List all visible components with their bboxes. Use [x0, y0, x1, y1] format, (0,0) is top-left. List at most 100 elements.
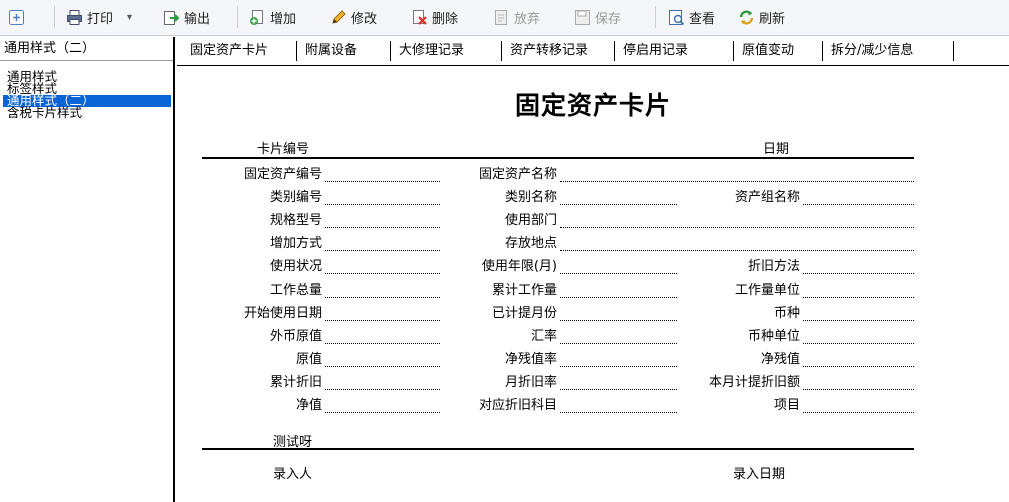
field-value-line[interactable] — [803, 388, 914, 390]
tab-4[interactable]: 资产转移记录 — [510, 41, 588, 61]
delete-button[interactable]: 删除 — [411, 6, 458, 28]
field-label: 外币原值 — [269, 328, 322, 344]
field-label: 对应折旧科目 — [478, 398, 557, 413]
tab-separator — [822, 41, 823, 61]
field-value-line[interactable] — [803, 412, 914, 413]
field-value-line[interactable] — [560, 181, 914, 182]
view-button-label: 查看 — [689, 11, 716, 27]
field-value-line[interactable] — [325, 204, 440, 206]
field-value-line[interactable] — [560, 412, 677, 413]
field-value-line[interactable] — [803, 365, 914, 367]
field-label: 类别编号 — [269, 190, 322, 206]
field-label: 折旧方法 — [747, 259, 800, 275]
field-label: 使用状况 — [269, 259, 322, 275]
tab-separator — [390, 41, 391, 61]
field-value-line[interactable] — [803, 296, 914, 298]
field-label: 净残值率 — [504, 351, 557, 367]
plus-box-icon — [8, 9, 25, 26]
tab-2[interactable]: 附属设备 — [305, 41, 357, 61]
field-value-line[interactable] — [325, 319, 440, 321]
field-label: 固定资产名称 — [478, 167, 557, 182]
toolbar-separator — [237, 6, 238, 28]
tab-3[interactable]: 大修理记录 — [399, 41, 464, 61]
entry-date-label: 录入日期 — [733, 467, 786, 482]
field-value-line[interactable] — [325, 273, 440, 275]
save-button-label: 保存 — [595, 11, 622, 27]
style-select[interactable]: 通用样式（二） — [0, 37, 173, 61]
card-title: 固定资产卡片 — [514, 91, 671, 120]
tab-separator — [733, 41, 734, 61]
view-button[interactable]: 查看 — [668, 6, 715, 28]
refresh-button[interactable]: 刷新 — [738, 6, 785, 28]
field-value-line[interactable] — [560, 273, 677, 275]
view-icon — [668, 9, 685, 26]
field-value-line[interactable] — [803, 204, 914, 206]
field-value-line[interactable] — [325, 365, 440, 367]
tab-separator — [614, 41, 615, 61]
field-label: 固定资产编号 — [243, 167, 322, 182]
field-value-line[interactable] — [325, 250, 440, 252]
style-list: 通用样式 标签样式 通用样式（二） 含税卡片样式 — [3, 70, 171, 119]
add-document-icon — [249, 9, 266, 26]
tab-separator — [953, 41, 954, 61]
field-value-line[interactable] — [325, 227, 440, 229]
field-label: 开始使用日期 — [243, 305, 322, 321]
print-button[interactable]: 打印 ▾ — [66, 6, 132, 28]
export-button-label: 输出 — [184, 11, 211, 27]
toolbar: 打印 ▾ 输出 增加 修改 删除 放弃 保存 查看 刷新 — [0, 0, 1009, 36]
export-icon — [163, 9, 180, 26]
tab-bar: 固定资产卡片 附属设备 大修理记录 资产转移记录 停启用记录 原值变动 拆分/减少信息 — [177, 37, 1009, 66]
field-label: 资产组名称 — [734, 190, 800, 206]
tab-separator — [296, 41, 297, 61]
field-label: 累计折旧 — [269, 374, 322, 390]
field-value-line[interactable] — [325, 296, 440, 298]
field-label: 原值 — [295, 351, 322, 367]
field-label: 存放地点 — [504, 236, 557, 252]
tab-5[interactable]: 停启用记录 — [623, 41, 688, 61]
field-value-line[interactable] — [560, 204, 677, 206]
save-button[interactable]: 保存 — [574, 6, 621, 28]
tab-1[interactable]: 固定资产卡片 — [190, 41, 268, 61]
field-value-line[interactable] — [803, 342, 914, 344]
field-value-line[interactable] — [325, 412, 440, 413]
discard-button-label: 放弃 — [514, 11, 541, 27]
field-value-line[interactable] — [803, 319, 914, 321]
field-label: 净残值 — [760, 351, 800, 367]
field-value-line[interactable] — [325, 388, 440, 390]
edit-button-label: 修改 — [351, 11, 378, 27]
tab-6[interactable]: 原值变动 — [742, 41, 794, 61]
field-value-line[interactable] — [325, 181, 440, 182]
field-value-line[interactable] — [560, 227, 914, 229]
field-value-line[interactable] — [560, 250, 914, 252]
field-label: 币种 — [773, 305, 800, 321]
date-label: 日期 — [763, 142, 790, 157]
field-value-line[interactable] — [560, 342, 677, 344]
add-button-label: 增加 — [270, 11, 297, 27]
field-label: 本月计提折旧额 — [708, 374, 800, 390]
entered-by-label: 录入人 — [273, 467, 313, 482]
save-icon — [574, 9, 591, 26]
field-value-line[interactable] — [560, 388, 677, 390]
export-button[interactable]: 输出 — [163, 6, 210, 28]
field-value-line[interactable] — [325, 342, 440, 344]
field-value-line[interactable] — [560, 296, 677, 298]
field-value-line[interactable] — [803, 273, 914, 275]
field-label: 累计工作量 — [491, 282, 557, 298]
delete-icon — [411, 9, 428, 26]
field-label: 工作总量 — [269, 282, 322, 298]
field-label: 使用部门 — [504, 213, 557, 229]
field-label: 类别名称 — [504, 190, 557, 206]
discard-button[interactable]: 放弃 — [493, 6, 540, 28]
tab-7[interactable]: 拆分/减少信息 — [831, 41, 913, 61]
chevron-down-icon[interactable]: ▾ — [127, 12, 132, 23]
field-label: 增加方式 — [269, 236, 322, 252]
edit-button[interactable]: 修改 — [330, 6, 377, 28]
style-list-item[interactable]: 含税卡片样式 — [3, 106, 171, 119]
field-label: 汇率 — [530, 328, 557, 344]
field-value-line[interactable] — [560, 319, 677, 321]
add-box-button[interactable] — [8, 6, 25, 28]
field-label: 项目 — [773, 398, 800, 413]
add-button[interactable]: 增加 — [249, 6, 296, 28]
field-value-line[interactable] — [560, 365, 677, 367]
field-label: 规格型号 — [269, 213, 322, 229]
